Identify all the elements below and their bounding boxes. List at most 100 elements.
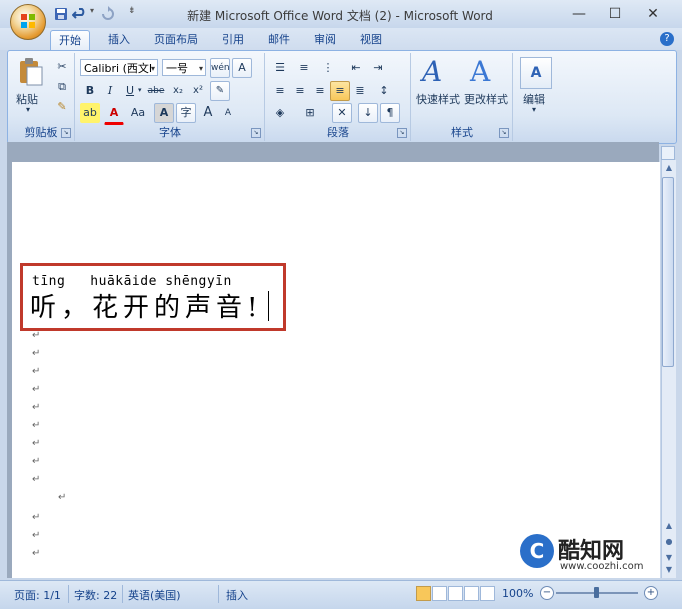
enclose-characters-button[interactable]: 字 [176, 103, 196, 123]
paragraph-group-label: 段落 [327, 126, 349, 139]
font-size-select[interactable]: 一号 ▾ [162, 59, 206, 76]
word-count[interactable]: 字数: 22 [74, 587, 117, 603]
styles-launcher-icon[interactable]: ↘ [499, 128, 509, 138]
styles-group-label: 样式 [451, 126, 473, 139]
scroll-thumb[interactable] [662, 177, 674, 367]
tab-mailings[interactable]: 邮件 [260, 30, 298, 50]
quick-styles-button[interactable]: 快速样式 [416, 91, 460, 107]
minimize-button[interactable]: — [562, 3, 596, 25]
change-styles-icon[interactable]: A [470, 55, 490, 88]
watermark-url: www.coozhi.com [560, 561, 644, 572]
change-styles-button[interactable]: 更改样式 [464, 91, 508, 107]
change-case-icon[interactable]: ✎ [210, 81, 230, 101]
borders-icon[interactable]: ⊞ [300, 103, 320, 123]
editing-icon[interactable]: A [520, 57, 552, 89]
insert-mode-status[interactable]: 插入 [226, 587, 248, 603]
undo-dropdown-icon[interactable]: ▾ [90, 6, 94, 22]
editing-dropdown-icon[interactable]: ▾ [532, 105, 536, 114]
tab-home[interactable]: 开始 [50, 30, 90, 51]
tab-insert[interactable]: 插入 [100, 30, 138, 50]
tab-references[interactable]: 引用 [214, 30, 252, 50]
subscript-button[interactable]: x₂ [168, 81, 188, 101]
zoom-out-button[interactable]: − [540, 586, 554, 600]
redo-icon[interactable] [100, 6, 116, 22]
web-layout-icon[interactable] [448, 586, 463, 601]
select-browse-object-icon[interactable]: ● [662, 536, 676, 548]
save-icon[interactable] [54, 6, 68, 22]
phonetic-guide-button[interactable]: wén [210, 58, 230, 78]
paragraph-mark: ↵ [32, 330, 41, 341]
increase-indent-icon[interactable]: ⇥ [368, 58, 388, 78]
decrease-indent-icon[interactable]: ⇤ [346, 58, 366, 78]
scroll-down-icon[interactable]: ▼ [662, 564, 676, 576]
page-count[interactable]: 页面: 1/1 [14, 587, 61, 603]
document-page[interactable] [12, 162, 660, 578]
chinese-layout-icon[interactable]: ✕ [332, 103, 352, 123]
full-screen-reading-icon[interactable] [432, 586, 447, 601]
copy-icon[interactable]: ⧉ [52, 77, 72, 97]
superscript-button[interactable]: x² [188, 81, 208, 101]
editing-group: A 编辑 ▾ [514, 53, 558, 141]
distributed-icon[interactable]: ≣ [350, 81, 370, 101]
font-name-select[interactable]: Calibri (西文I ▾ [80, 59, 158, 76]
office-button[interactable] [10, 4, 46, 40]
font-launcher-icon[interactable]: ↘ [251, 128, 261, 138]
styles-group: A A 快速样式 更改样式 样式 ↘ [412, 53, 513, 141]
paragraph-mark: ↵ [32, 474, 41, 485]
align-right-icon[interactable]: ≡ [310, 81, 330, 101]
multilevel-list-icon[interactable]: ⋮ [318, 58, 338, 78]
paragraph-group: ☰ ≡ ⋮ ⇤ ⇥ ≡ ≡ ≡ ≡ ≣ ↕ ◈ ⊞ ✕ ↓ ¶ 段落 ↘ [266, 53, 411, 141]
print-layout-icon[interactable] [416, 586, 431, 601]
line-spacing-icon[interactable]: ↕ [374, 81, 394, 101]
tab-page-layout[interactable]: 页面布局 [146, 30, 206, 50]
show-marks-icon[interactable]: ¶ [380, 103, 400, 123]
paragraph-launcher-icon[interactable]: ↘ [397, 128, 407, 138]
numbering-icon[interactable]: ≡ [294, 58, 314, 78]
customize-qat-icon[interactable]: ⇟ [128, 6, 136, 22]
strikethrough-button[interactable]: abe [146, 81, 166, 101]
undo-icon[interactable] [72, 6, 88, 22]
clear-format-button[interactable]: A [232, 58, 252, 78]
cut-icon[interactable]: ✂ [52, 57, 72, 77]
scroll-down-page-icon[interactable]: ▼ [662, 552, 676, 564]
align-left-icon[interactable]: ≡ [270, 81, 290, 101]
close-button[interactable]: ✕ [636, 3, 670, 25]
window-title: 新建 Microsoft Office Word 文档 (2) - Micros… [187, 9, 493, 23]
draft-view-icon[interactable] [480, 586, 495, 601]
paste-dropdown-icon[interactable]: ▾ [26, 105, 30, 114]
character-shading-button[interactable]: A [154, 103, 174, 123]
help-icon[interactable]: ? [660, 32, 674, 46]
paragraph-mark: ↵ [32, 456, 41, 467]
scroll-up-icon[interactable]: ▲ [662, 162, 676, 174]
justify-icon[interactable]: ≡ [330, 81, 350, 101]
shrink-font-button[interactable]: A [218, 103, 238, 123]
maximize-button[interactable]: ☐ [598, 3, 632, 25]
bold-button[interactable]: B [80, 81, 100, 101]
underline-dropdown-icon[interactable]: ▾ [138, 86, 142, 94]
align-center-icon[interactable]: ≡ [290, 81, 310, 101]
tab-view[interactable]: 视图 [352, 30, 390, 50]
format-painter-icon[interactable]: ✎ [52, 97, 72, 117]
zoom-level[interactable]: 100% [502, 587, 533, 600]
zoom-slider-thumb[interactable] [594, 587, 599, 598]
highlight-color-icon[interactable]: ab [80, 103, 100, 123]
paste-icon[interactable] [18, 57, 44, 87]
quick-styles-icon[interactable]: A [422, 55, 442, 88]
font-color-button[interactable]: A [104, 103, 124, 125]
paragraph-mark: ↵ [32, 512, 41, 523]
underline-button[interactable]: U [120, 81, 140, 101]
zoom-in-button[interactable]: + [644, 586, 658, 600]
bullets-icon[interactable]: ☰ [270, 58, 290, 78]
language-status[interactable]: 英语(美国) [128, 587, 181, 603]
change-case-button[interactable]: Aa [126, 103, 150, 123]
clipboard-launcher-icon[interactable]: ↘ [61, 128, 71, 138]
outline-view-icon[interactable] [464, 586, 479, 601]
scroll-up-page-icon[interactable]: ▲ [662, 520, 676, 532]
tab-review[interactable]: 审阅 [306, 30, 344, 50]
italic-button[interactable]: I [100, 81, 120, 101]
sort-icon[interactable]: ↓ [358, 103, 378, 123]
ruler-toggle-icon[interactable] [661, 146, 675, 160]
grow-font-button[interactable]: A [198, 103, 218, 123]
highlight-box [20, 263, 286, 331]
shading-icon[interactable]: ◈ [270, 103, 290, 123]
